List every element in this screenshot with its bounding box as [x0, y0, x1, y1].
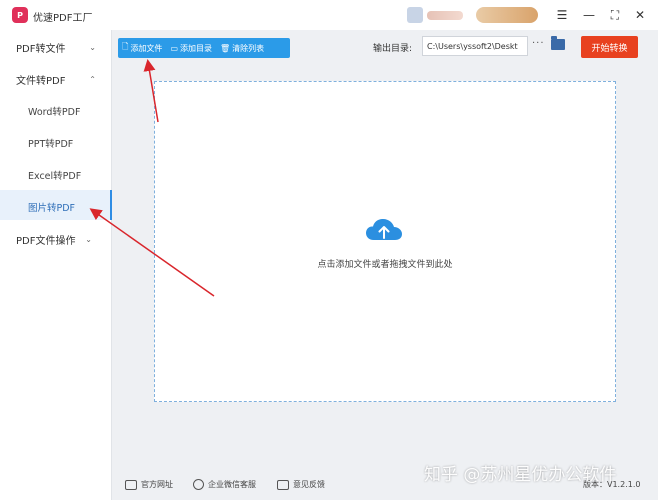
start-convert-button[interactable]: 开始转换 [581, 36, 638, 58]
clear-list-button[interactable]: 🗑 清除列表 [216, 43, 268, 54]
chevron-down-icon: ⌄ [85, 235, 92, 244]
menu-icon[interactable]: ☰ [551, 5, 573, 25]
sidebar-item-ppt-to-pdf[interactable]: PPT转PDF [28, 136, 73, 150]
title-bar: P 优速PDF工厂 ☰ — ⛶ ✕ [0, 0, 658, 30]
app-logo-icon: P [12, 7, 28, 23]
sidebar-item-excel-to-pdf[interactable]: Excel转PDF [28, 168, 81, 182]
file-icon: 🗋 [122, 42, 129, 51]
file-drop-zone[interactable]: 点击添加文件或者拖拽文件到此处 [154, 81, 616, 402]
official-website-link[interactable]: 官方网址 [125, 479, 173, 490]
avatar [407, 7, 423, 23]
chat-icon [193, 479, 204, 490]
add-file-label: 添加文件 [130, 43, 163, 53]
wechat-support-link[interactable]: 企业微信客服 [193, 479, 256, 490]
maximize-icon[interactable]: ⛶ [604, 5, 626, 25]
drop-hint-text: 点击添加文件或者拖拽文件到此处 [317, 260, 453, 270]
trash-icon: 🗑 [220, 43, 231, 53]
user-account[interactable] [407, 7, 465, 23]
footer-website-label: 官方网址 [141, 480, 173, 489]
sidebar-group-label: 文件转PDF [16, 76, 66, 87]
output-dir-input[interactable] [422, 36, 528, 56]
cloud-upload-icon [366, 219, 402, 240]
footer-wechat-label: 企业微信客服 [208, 480, 256, 489]
add-folder-button[interactable]: ▭ 添加目录 [166, 43, 216, 54]
app-title: 优速PDF工厂 [33, 13, 93, 24]
add-folder-label: 添加目录 [180, 43, 212, 53]
sidebar-group-label: PDF文件操作 [16, 236, 76, 247]
feedback-link[interactable]: 意见反馈 [277, 479, 325, 490]
minimize-icon[interactable]: — [578, 5, 600, 25]
sidebar-group-file-to-pdf[interactable]: 文件转PDF ⌃ [16, 72, 96, 87]
sidebar-group-pdf-operations[interactable]: PDF文件操作 ⌄ [16, 232, 92, 247]
vip-badge[interactable] [476, 7, 538, 23]
chevron-up-icon: ⌃ [89, 75, 96, 84]
sidebar: PDF转文件 ⌄ 文件转PDF ⌃ Word转PDF PPT转PDF Excel… [0, 30, 112, 500]
open-folder-icon[interactable] [551, 36, 565, 50]
clear-list-label: 清除列表 [232, 43, 265, 53]
feedback-icon [277, 479, 289, 490]
footer-feedback-label: 意见反馈 [293, 480, 325, 489]
monitor-icon [125, 479, 137, 490]
more-options-button[interactable]: ··· [532, 38, 545, 49]
user-name-blurred [427, 10, 463, 20]
add-file-button[interactable]: 🗋 添加文件 [118, 41, 166, 55]
folder-outline-icon: ▭ [170, 43, 178, 53]
sidebar-item-word-to-pdf[interactable]: Word转PDF [28, 104, 80, 118]
watermark-text: 知乎 @苏州星优办公软件 [424, 465, 617, 485]
sidebar-item-image-to-pdf[interactable]: 图片转PDF [28, 200, 75, 214]
sidebar-group-pdf-to-file[interactable]: PDF转文件 ⌄ [16, 40, 96, 55]
file-toolbar: 🗋 添加文件 ▭ 添加目录 🗑 清除列表 [118, 38, 290, 58]
output-dir-label: 输出目录: [373, 44, 413, 54]
sidebar-group-label: PDF转文件 [16, 44, 66, 55]
chevron-down-icon: ⌄ [89, 43, 96, 52]
close-icon[interactable]: ✕ [629, 5, 651, 25]
